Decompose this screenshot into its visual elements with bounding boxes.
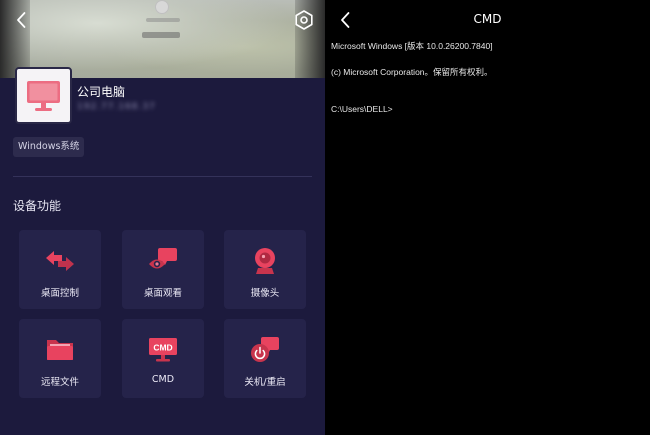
feature-power[interactable]: 关机/重启 [224,319,306,398]
divider [13,176,312,177]
monitor-icon [27,81,60,111]
preview-login-password [142,32,180,38]
desktop-control-icon [46,251,74,271]
feature-cmd[interactable]: CMD CMD [122,319,204,398]
feature-label: 桌面控制 [40,288,79,299]
chevron-left-icon [17,12,26,28]
gear-icon [295,10,313,30]
back-button[interactable] [12,10,32,30]
preview-login-username [146,18,180,22]
device-thumbnail [15,67,72,124]
feature-desktop-view[interactable]: 桌面观看 [122,230,204,309]
cmd-icon: CMD [149,338,177,362]
feature-remote-files[interactable]: 远程文件 [19,319,101,398]
terminal-line: Microsoft Windows [版本 10.0.26200.7840] [331,41,493,51]
power-icon [251,337,279,362]
feature-label: 桌面观看 [143,288,182,299]
camera-icon [255,248,275,274]
terminal-line: (c) Microsoft Corporation。保留所有权利。 [331,67,493,77]
device-panel: 公司电脑 192.77.168.37 Windows系统 设备功能 桌面控制 桌… [0,0,325,435]
section-title: 设备功能 [13,199,62,213]
feature-label: CMD [151,374,175,385]
cmd-title: CMD [473,12,502,26]
cmd-panel: CMD Microsoft Windows [版本 10.0.26200.784… [325,0,650,435]
settings-button[interactable] [293,9,315,31]
feature-label: 摄像头 [250,288,280,299]
preview-login-avatar [155,0,169,14]
feature-camera[interactable]: 摄像头 [224,230,306,309]
feature-desktop-control[interactable]: 桌面控制 [19,230,101,309]
terminal-prompt: C:\Users\DELL> [331,104,393,114]
feature-label: 远程文件 [40,377,79,388]
desktop-view-icon [149,248,177,269]
os-badge: Windows系统 [13,137,85,157]
device-ip: 192.77.168.37 [77,102,156,112]
cmd-icon-text: CMD [153,343,172,353]
feature-label: 关机/重启 [244,377,286,388]
device-name: 公司电脑 [77,85,126,99]
folder-icon [47,340,73,360]
